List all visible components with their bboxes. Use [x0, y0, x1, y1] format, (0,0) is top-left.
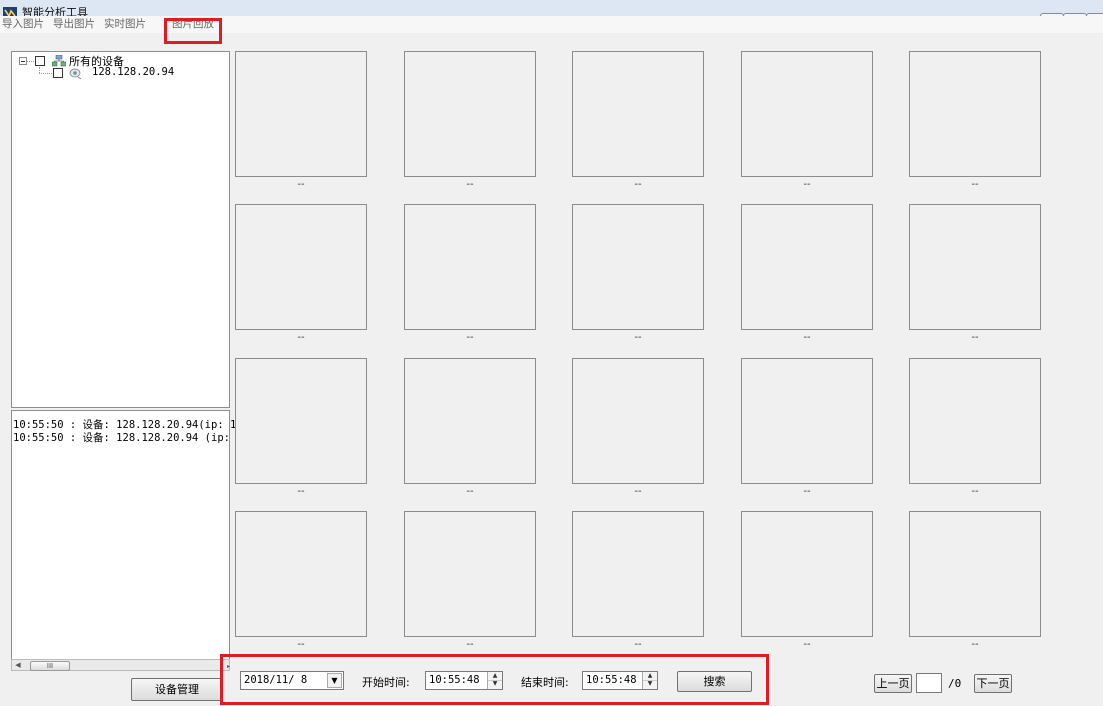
menu-import-images[interactable]: 导入图片 [2, 16, 44, 32]
image-thumbnail-slot[interactable] [909, 204, 1041, 330]
image-caption: -- [803, 486, 811, 497]
image-caption: -- [803, 332, 811, 343]
image-caption: -- [971, 332, 979, 343]
image-thumbnail-slot[interactable] [741, 358, 873, 484]
log-horizontal-scrollbar[interactable]: ◀ III [11, 659, 230, 671]
image-caption: -- [297, 639, 305, 650]
tree-connector [27, 61, 34, 62]
image-caption: -- [466, 486, 474, 497]
image-caption: -- [634, 486, 642, 497]
device-tree-panel[interactable]: 所有的设备 128.128.20.94 [11, 51, 230, 408]
menu-highlight-box [164, 18, 222, 44]
next-page-button[interactable]: 下一页 [974, 674, 1012, 693]
image-thumbnail-slot[interactable] [572, 204, 704, 330]
image-thumbnail-slot[interactable] [404, 51, 536, 177]
image-thumbnail-slot[interactable] [909, 51, 1041, 177]
image-caption: -- [466, 179, 474, 190]
device-management-button[interactable]: 设备管理 [131, 678, 223, 701]
image-caption: -- [634, 332, 642, 343]
image-thumbnail-slot[interactable] [909, 358, 1041, 484]
log-line: 10:55:50 : 设备: 128.128.20.94 (ip: [13, 432, 230, 444]
tree-collapse-toggle[interactable] [19, 57, 27, 65]
scroll-thumb[interactable]: III [30, 661, 70, 671]
image-thumbnail-slot[interactable] [909, 511, 1041, 637]
tree-connector [39, 73, 52, 74]
image-caption: -- [297, 332, 305, 343]
image-thumbnail-slot[interactable] [741, 511, 873, 637]
image-caption: -- [466, 332, 474, 343]
image-thumbnail-slot[interactable] [404, 204, 536, 330]
menu-live-images[interactable]: 实时图片 [104, 16, 146, 32]
menu-export-images[interactable]: 导出图片 [53, 16, 95, 32]
page-total: /0 [948, 677, 962, 690]
log-panel: 10:55:50 : 设备: 128.128.20.94(ip: 1 10:55… [11, 410, 236, 660]
search-highlight-box [220, 654, 769, 705]
image-caption: -- [634, 639, 642, 650]
device-label[interactable]: 128.128.20.94 [92, 66, 174, 78]
image-caption: -- [466, 639, 474, 650]
image-thumbnail-slot[interactable] [235, 204, 367, 330]
image-caption: -- [803, 179, 811, 190]
image-thumbnail-slot[interactable] [235, 51, 367, 177]
image-thumbnail-slot[interactable] [572, 51, 704, 177]
image-thumbnail-slot[interactable] [741, 204, 873, 330]
network-group-icon [52, 55, 66, 67]
camera-icon [69, 68, 82, 79]
tree-root-checkbox[interactable] [35, 56, 45, 66]
image-caption: -- [971, 486, 979, 497]
image-caption: -- [803, 639, 811, 650]
image-thumbnail-slot[interactable] [741, 51, 873, 177]
image-caption: -- [971, 639, 979, 650]
image-thumbnail-slot[interactable] [235, 358, 367, 484]
image-caption: -- [297, 179, 305, 190]
image-thumbnail-slot[interactable] [404, 358, 536, 484]
page-number-input[interactable] [916, 673, 942, 693]
image-caption: -- [634, 179, 642, 190]
image-caption: -- [297, 486, 305, 497]
image-thumbnail-slot[interactable] [404, 511, 536, 637]
image-thumbnail-slot[interactable] [572, 511, 704, 637]
device-checkbox[interactable] [53, 68, 63, 78]
prev-page-button[interactable]: 上一页 [874, 674, 912, 693]
scroll-left-arrow-icon[interactable]: ◀ [12, 660, 24, 670]
image-caption: -- [971, 179, 979, 190]
image-thumbnail-slot[interactable] [572, 358, 704, 484]
image-thumbnail-slot[interactable] [235, 511, 367, 637]
